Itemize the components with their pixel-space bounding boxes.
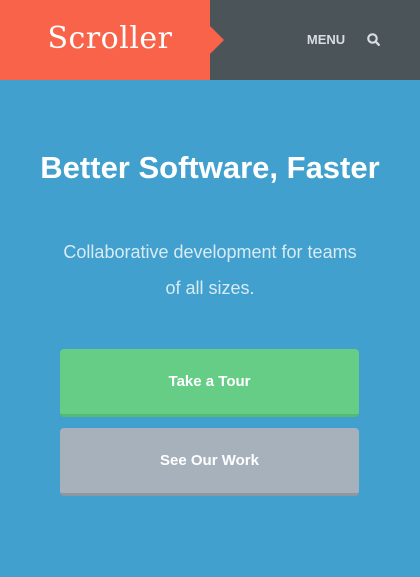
- take-a-tour-button[interactable]: Take a Tour: [60, 349, 359, 417]
- hero-title: Better Software, Faster: [40, 150, 380, 185]
- see-our-work-button[interactable]: See Our Work: [60, 428, 359, 496]
- brand-name[interactable]: Scroller: [0, 19, 220, 59]
- menu-button[interactable]: MENU: [300, 30, 352, 50]
- site-header: Scroller MENU: [0, 0, 420, 80]
- hero-subtitle: Collaborative development for teams of a…: [63, 242, 357, 298]
- search-icon[interactable]: [364, 30, 384, 50]
